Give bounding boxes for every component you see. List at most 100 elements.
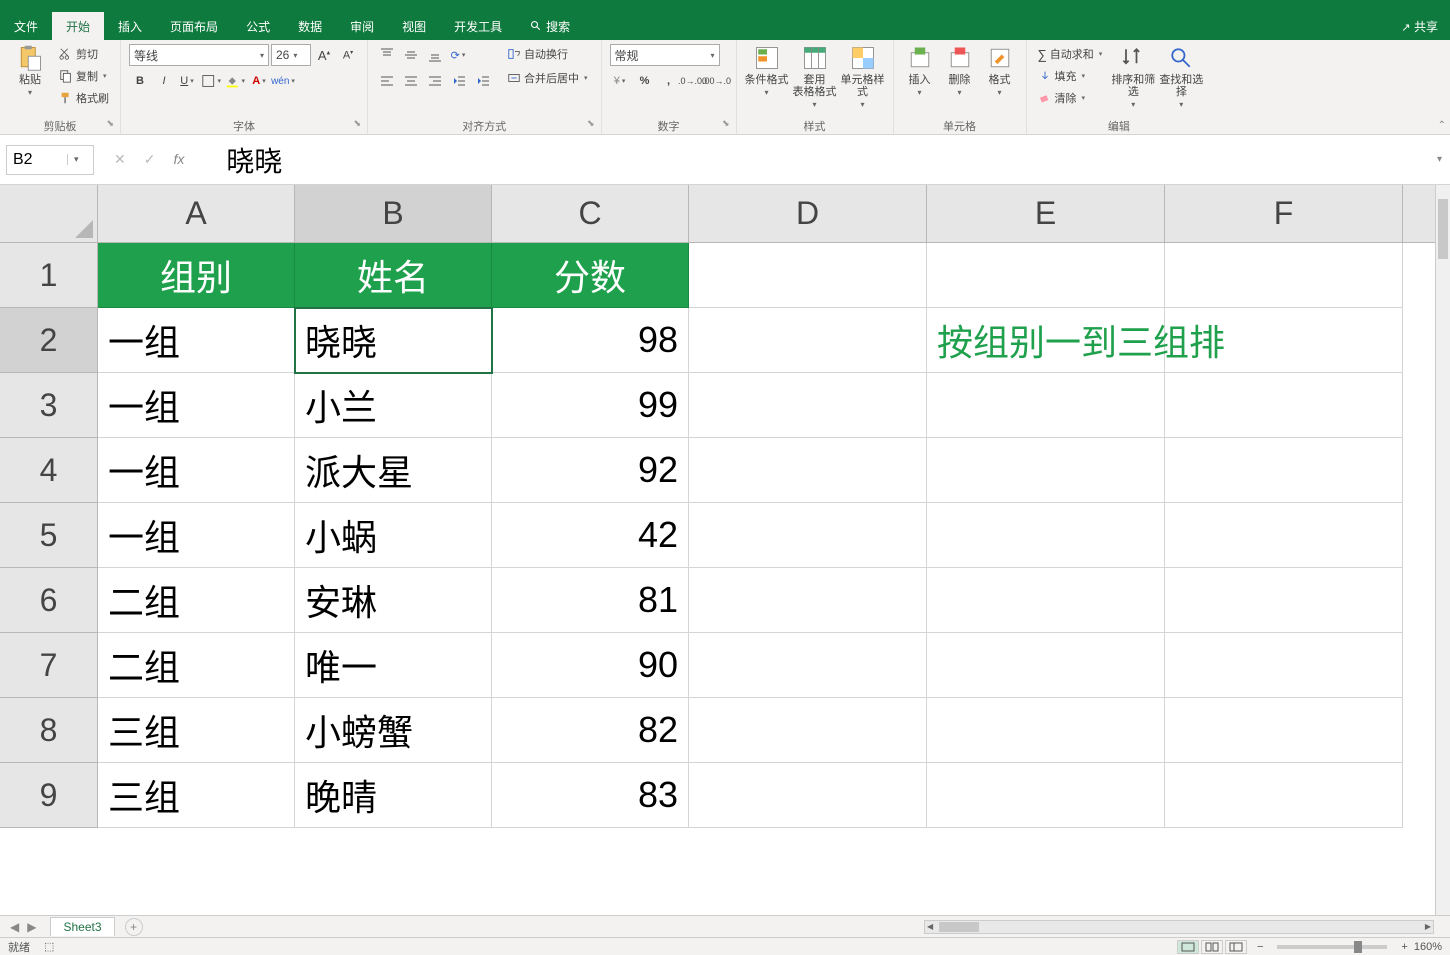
increase-font-button[interactable]: A▴ bbox=[313, 44, 335, 66]
tab-formulas[interactable]: 公式 bbox=[232, 12, 284, 40]
tab-review[interactable]: 审阅 bbox=[336, 12, 388, 40]
col-header-A[interactable]: A bbox=[98, 185, 295, 242]
alignment-dialog-launcher[interactable]: ⬊ bbox=[587, 118, 595, 129]
page-layout-view-button[interactable] bbox=[1201, 940, 1223, 954]
copy-button[interactable]: 复制▾ bbox=[56, 66, 112, 86]
number-format-combo[interactable]: 常规▾ bbox=[610, 44, 720, 66]
name-box[interactable]: ▾ bbox=[6, 145, 94, 175]
cell-A2[interactable]: 一组 bbox=[98, 308, 295, 373]
cell-styles-button[interactable]: 单元格样式▾ bbox=[841, 44, 885, 109]
row-header-2[interactable]: 2 bbox=[0, 308, 98, 373]
cell-F2[interactable] bbox=[1165, 308, 1403, 373]
cancel-formula-button[interactable]: ✕ bbox=[114, 151, 126, 168]
fill-color-button[interactable]: ▾ bbox=[225, 70, 247, 92]
format-table-button[interactable]: 套用 表格格式▾ bbox=[793, 44, 837, 109]
number-dialog-launcher[interactable]: ⬊ bbox=[722, 118, 730, 129]
cell-C2[interactable]: 98 bbox=[492, 308, 689, 373]
cell-E9[interactable] bbox=[927, 763, 1165, 828]
formula-input[interactable]: 晓晓 bbox=[198, 140, 1429, 180]
horizontal-scrollbar[interactable] bbox=[924, 920, 1434, 934]
collapse-ribbon-button[interactable]: ⌃ bbox=[1438, 120, 1446, 131]
percent-button[interactable]: % bbox=[634, 70, 656, 92]
paste-button[interactable]: 粘贴 ▾ bbox=[8, 44, 52, 97]
cell-A9[interactable]: 三组 bbox=[98, 763, 295, 828]
cell-E8[interactable] bbox=[927, 698, 1165, 763]
col-header-C[interactable]: C bbox=[492, 185, 689, 242]
row-header-9[interactable]: 9 bbox=[0, 763, 98, 828]
cell-E5[interactable] bbox=[927, 503, 1165, 568]
normal-view-button[interactable] bbox=[1177, 940, 1199, 954]
cell-F7[interactable] bbox=[1165, 633, 1403, 698]
sort-filter-button[interactable]: 排序和筛选▾ bbox=[1111, 44, 1155, 109]
col-header-D[interactable]: D bbox=[689, 185, 927, 242]
cell-D5[interactable] bbox=[689, 503, 927, 568]
sheet-tab-active[interactable]: Sheet3 bbox=[50, 917, 114, 936]
cell-C5[interactable]: 42 bbox=[492, 503, 689, 568]
clipboard-dialog-launcher[interactable]: ⬊ bbox=[106, 118, 114, 129]
cell-D7[interactable] bbox=[689, 633, 927, 698]
align-center-button[interactable] bbox=[400, 70, 422, 92]
cell-F8[interactable] bbox=[1165, 698, 1403, 763]
underline-button[interactable]: U▾ bbox=[177, 70, 199, 92]
cell-E3[interactable] bbox=[927, 373, 1165, 438]
zoom-level[interactable]: 160% bbox=[1414, 941, 1442, 953]
cell-A6[interactable]: 二组 bbox=[98, 568, 295, 633]
row-header-6[interactable]: 6 bbox=[0, 568, 98, 633]
cell-D3[interactable] bbox=[689, 373, 927, 438]
cell-D2[interactable] bbox=[689, 308, 927, 373]
cell-C7[interactable]: 90 bbox=[492, 633, 689, 698]
cell-C8[interactable]: 82 bbox=[492, 698, 689, 763]
cell-D9[interactable] bbox=[689, 763, 927, 828]
increase-decimal-button[interactable]: .0→.00 bbox=[682, 70, 704, 92]
cell-F5[interactable] bbox=[1165, 503, 1403, 568]
tab-file[interactable]: 文件 bbox=[0, 12, 52, 40]
col-header-F[interactable]: F bbox=[1165, 185, 1403, 242]
cell-B1[interactable]: 姓名 bbox=[295, 243, 492, 308]
cell-F3[interactable] bbox=[1165, 373, 1403, 438]
share-button[interactable]: ↗ 共享 bbox=[1401, 18, 1438, 35]
cell-E7[interactable] bbox=[927, 633, 1165, 698]
decrease-decimal-button[interactable]: .00→.0 bbox=[706, 70, 728, 92]
clear-button[interactable]: 清除▾ bbox=[1035, 88, 1108, 108]
accounting-format-button[interactable]: ¥▾ bbox=[610, 70, 632, 92]
page-break-view-button[interactable] bbox=[1225, 940, 1247, 954]
tab-developer[interactable]: 开发工具 bbox=[440, 12, 516, 40]
cell-A7[interactable]: 二组 bbox=[98, 633, 295, 698]
cell-D1[interactable] bbox=[689, 243, 927, 308]
cell-B3[interactable]: 小兰 bbox=[295, 373, 492, 438]
zoom-out-button[interactable]: − bbox=[1257, 941, 1263, 953]
cell-F1[interactable] bbox=[1165, 243, 1403, 308]
italic-button[interactable]: I bbox=[153, 70, 175, 92]
autosum-button[interactable]: ∑自动求和▾ bbox=[1035, 44, 1108, 64]
format-cells-button[interactable]: 格式▾ bbox=[982, 44, 1018, 97]
cell-B6[interactable]: 安琳 bbox=[295, 568, 492, 633]
name-box-input[interactable] bbox=[7, 151, 67, 169]
row-header-1[interactable]: 1 bbox=[0, 243, 98, 308]
cell-F6[interactable] bbox=[1165, 568, 1403, 633]
comma-button[interactable]: , bbox=[658, 70, 680, 92]
name-box-dropdown[interactable]: ▾ bbox=[67, 154, 85, 165]
cell-D6[interactable] bbox=[689, 568, 927, 633]
orientation-button[interactable]: ⟳▾ bbox=[448, 44, 470, 66]
increase-indent-button[interactable] bbox=[472, 70, 494, 92]
vertical-scrollbar[interactable] bbox=[1435, 185, 1450, 915]
tab-page-layout[interactable]: 页面布局 bbox=[156, 12, 232, 40]
cell-A5[interactable]: 一组 bbox=[98, 503, 295, 568]
phonetic-button[interactable]: wén▾ bbox=[273, 70, 295, 92]
cell-C9[interactable]: 83 bbox=[492, 763, 689, 828]
col-header-E[interactable]: E bbox=[927, 185, 1165, 242]
row-header-4[interactable]: 4 bbox=[0, 438, 98, 503]
font-dialog-launcher[interactable]: ⬊ bbox=[353, 118, 361, 129]
fill-button[interactable]: 填充▾ bbox=[1035, 66, 1108, 86]
tab-insert[interactable]: 插入 bbox=[104, 12, 156, 40]
find-select-button[interactable]: 查找和选择▾ bbox=[1159, 44, 1203, 109]
cell-C6[interactable]: 81 bbox=[492, 568, 689, 633]
cell-E2[interactable]: 按组别一到三组排 bbox=[927, 308, 1165, 373]
cell-B9[interactable]: 晚晴 bbox=[295, 763, 492, 828]
align-middle-button[interactable] bbox=[400, 44, 422, 66]
sheet-nav-next[interactable]: ▶ bbox=[27, 920, 36, 934]
align-right-button[interactable] bbox=[424, 70, 446, 92]
col-header-B[interactable]: B bbox=[295, 185, 492, 242]
row-header-3[interactable]: 3 bbox=[0, 373, 98, 438]
delete-cells-button[interactable]: 删除▾ bbox=[942, 44, 978, 97]
